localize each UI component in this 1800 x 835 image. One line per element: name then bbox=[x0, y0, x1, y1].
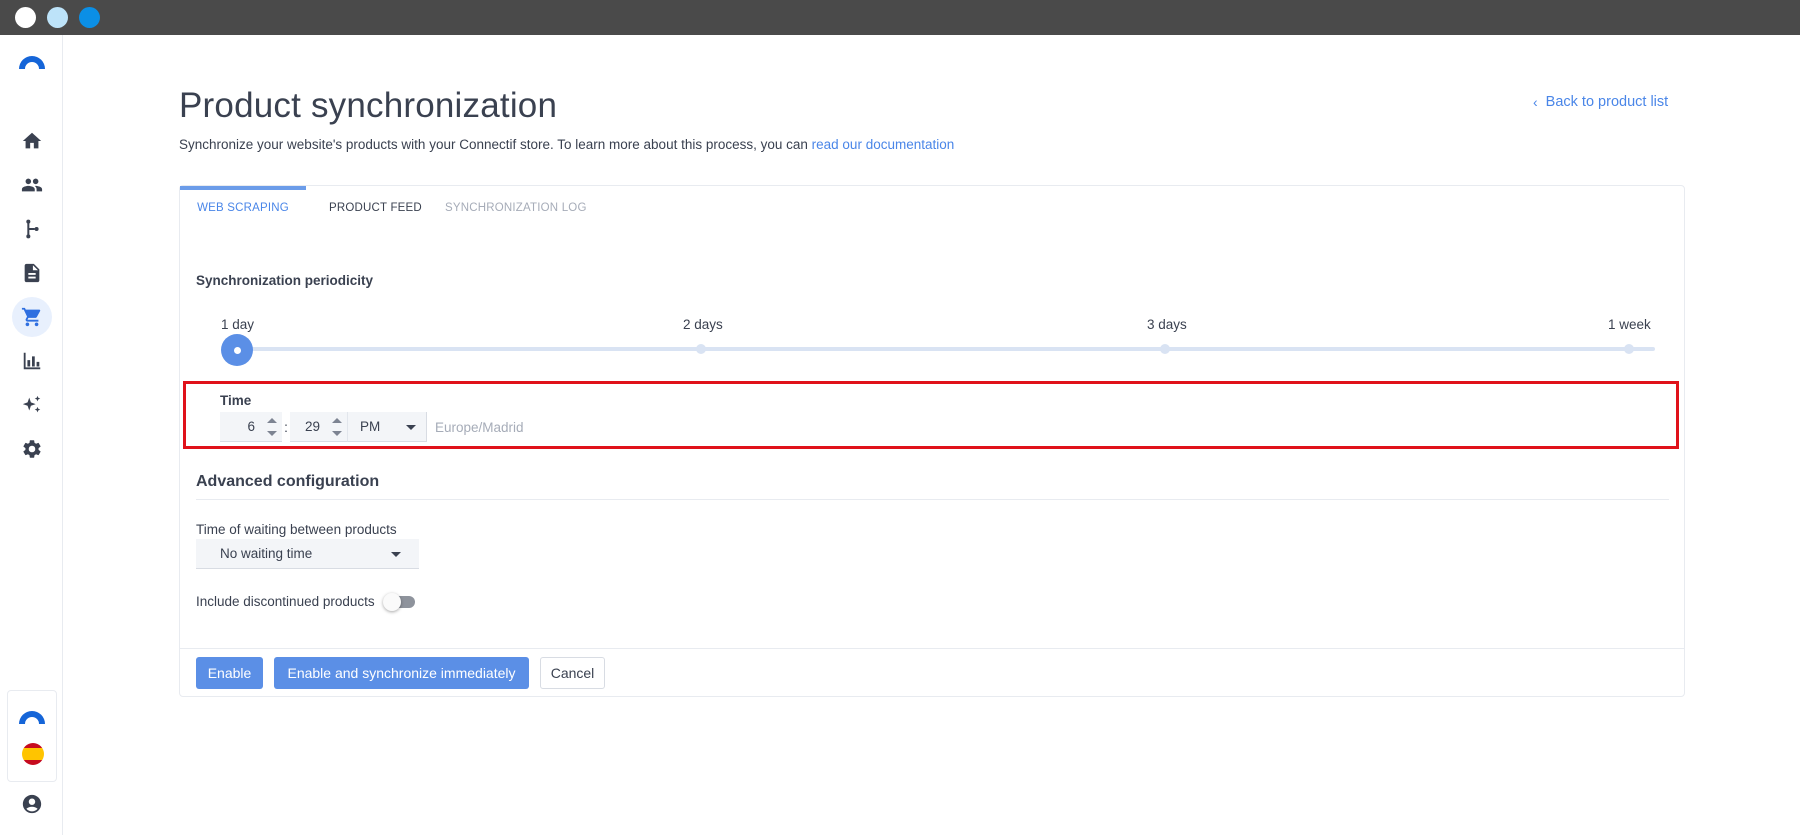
timezone-label: Europe/Madrid bbox=[435, 419, 524, 435]
minute-value: 29 bbox=[304, 419, 320, 434]
stepper-up-icon[interactable] bbox=[267, 418, 277, 423]
discontinued-products-toggle[interactable] bbox=[383, 593, 415, 611]
sidebar bbox=[0, 35, 63, 835]
synchronization-card: WEB SCRAPING PRODUCT FEED SYNCHRONIZATIO… bbox=[179, 185, 1685, 697]
hour-value: 6 bbox=[247, 419, 255, 434]
tab-bar: WEB SCRAPING PRODUCT FEED SYNCHRONIZATIO… bbox=[180, 186, 1684, 236]
user-account-icon bbox=[22, 794, 42, 814]
home-icon bbox=[22, 132, 42, 149]
time-separator: : bbox=[284, 419, 288, 435]
wait-time-label: Time of waiting between products bbox=[196, 522, 397, 537]
slider-tick-2-days[interactable] bbox=[696, 344, 706, 354]
page-title: Product synchronization bbox=[179, 86, 558, 125]
minute-stepper[interactable] bbox=[332, 418, 342, 436]
sidebar-bottom-panel bbox=[7, 690, 57, 782]
sidebar-item-content[interactable] bbox=[12, 253, 52, 293]
settings-icon bbox=[23, 440, 41, 458]
reports-icon bbox=[23, 352, 41, 370]
periodicity-label: Synchronization periodicity bbox=[196, 273, 374, 288]
advanced-configuration-title: Advanced configuration bbox=[196, 473, 380, 490]
window-minimize-button[interactable] bbox=[47, 7, 68, 28]
ai-sparkle-icon bbox=[22, 395, 41, 413]
sidebar-item-reports[interactable] bbox=[12, 341, 52, 381]
ampm-select[interactable]: PM bbox=[347, 412, 427, 442]
workflows-icon bbox=[26, 219, 39, 239]
enable-button[interactable]: Enable bbox=[196, 657, 263, 689]
periodicity-option-2-days[interactable]: 2 days bbox=[683, 317, 723, 332]
chevron-down-icon bbox=[391, 552, 401, 557]
periodicity-option-1-week[interactable]: 1 week bbox=[1608, 317, 1651, 332]
sidebar-item-settings[interactable] bbox=[12, 429, 52, 469]
page-subtitle-text: Synchronize your website's products with… bbox=[179, 137, 812, 152]
hour-input[interactable]: 6 bbox=[220, 412, 282, 442]
slider-tick-3-days[interactable] bbox=[1160, 344, 1170, 354]
stepper-down-icon[interactable] bbox=[332, 431, 342, 436]
window-maximize-button[interactable] bbox=[79, 7, 100, 28]
hour-stepper[interactable] bbox=[267, 418, 277, 436]
sidebar-item-contacts[interactable] bbox=[12, 165, 52, 205]
tab-synchronization-log[interactable]: SYNCHRONIZATION LOG bbox=[445, 186, 587, 236]
slider-thumb-dot bbox=[233, 346, 241, 354]
stepper-up-icon[interactable] bbox=[332, 418, 342, 423]
toggle-knob bbox=[383, 593, 401, 611]
back-to-product-list-link[interactable]: ‹ Back to product list bbox=[1533, 94, 1668, 110]
chevron-left-icon: ‹ bbox=[1533, 94, 1538, 110]
wait-time-select[interactable]: No waiting time bbox=[196, 539, 419, 569]
chevron-down-icon bbox=[406, 425, 416, 430]
minute-input[interactable]: 29 bbox=[290, 412, 347, 442]
time-picker: 6 : 29 PM Europe/Madrid bbox=[220, 412, 524, 442]
sidebar-item-ai[interactable] bbox=[12, 385, 52, 425]
card-footer-divider bbox=[180, 648, 1684, 649]
user-account-button[interactable] bbox=[12, 784, 52, 824]
store-icon bbox=[21, 307, 41, 327]
cancel-button[interactable]: Cancel bbox=[540, 657, 605, 689]
sidebar-item-workflows[interactable] bbox=[12, 209, 52, 249]
discontinued-products-label: Include discontinued products bbox=[196, 594, 375, 609]
advanced-divider bbox=[196, 499, 1669, 500]
back-link-label: Back to product list bbox=[1545, 94, 1669, 110]
connectif-logo[interactable] bbox=[17, 53, 47, 69]
ampm-value: PM bbox=[360, 419, 381, 434]
content-icon bbox=[24, 263, 40, 283]
periodicity-option-1-day[interactable]: 1 day bbox=[221, 317, 254, 332]
periodicity-slider-thumb[interactable] bbox=[221, 334, 253, 366]
documentation-link[interactable]: read our documentation bbox=[812, 137, 955, 152]
contacts-icon bbox=[21, 178, 43, 192]
sidebar-item-store[interactable] bbox=[12, 297, 52, 337]
slider-tick-1-week[interactable] bbox=[1624, 344, 1634, 354]
time-label: Time bbox=[220, 393, 252, 408]
enable-and-sync-button[interactable]: Enable and synchronize immediately bbox=[274, 657, 529, 689]
tab-web-scraping[interactable]: WEB SCRAPING bbox=[180, 186, 306, 236]
window-titlebar bbox=[0, 0, 1800, 35]
spain-flag-icon[interactable] bbox=[22, 743, 44, 765]
connectif-logo[interactable] bbox=[17, 708, 47, 724]
periodicity-slider-track[interactable] bbox=[235, 347, 1655, 351]
periodicity-option-3-days[interactable]: 3 days bbox=[1147, 317, 1187, 332]
sidebar-item-home[interactable] bbox=[12, 121, 52, 161]
page-subtitle: Synchronize your website's products with… bbox=[179, 137, 954, 152]
window-close-button[interactable] bbox=[15, 7, 36, 28]
tab-product-feed[interactable]: PRODUCT FEED bbox=[329, 186, 422, 236]
stepper-down-icon[interactable] bbox=[267, 431, 277, 436]
wait-time-value: No waiting time bbox=[220, 546, 313, 561]
